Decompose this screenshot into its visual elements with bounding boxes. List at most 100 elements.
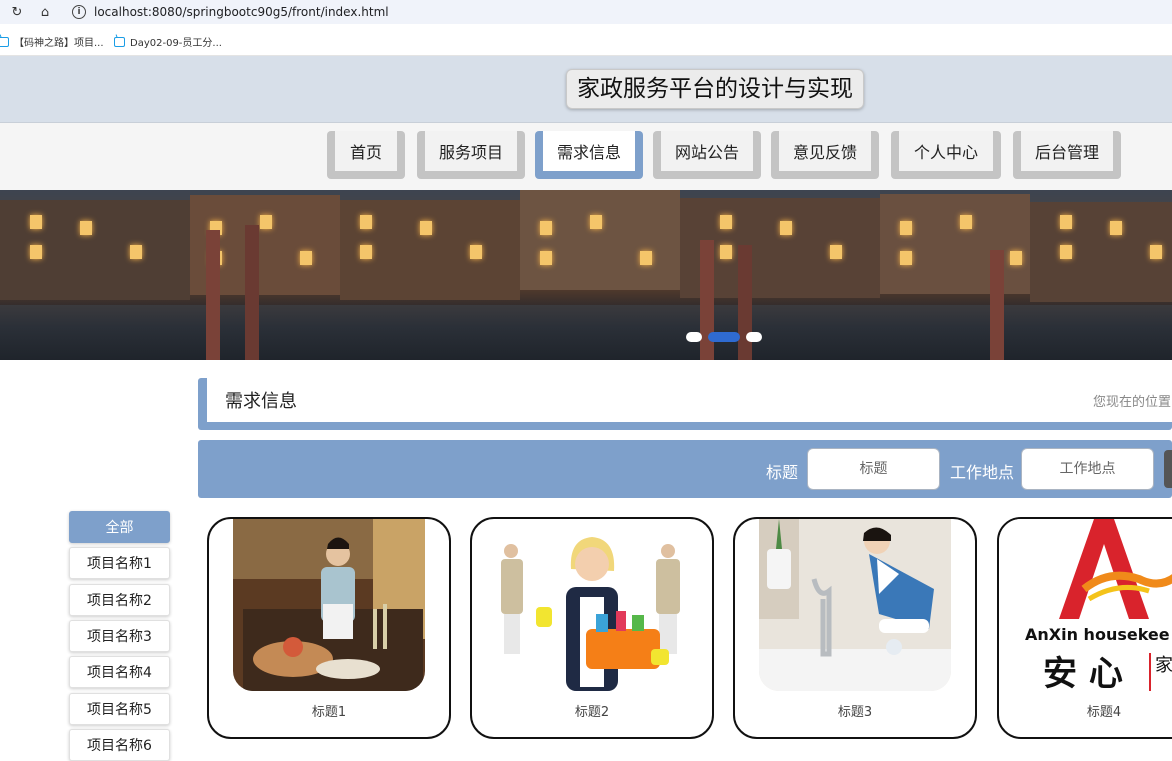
category-item[interactable]: 项目名称6 bbox=[69, 729, 170, 761]
banner-building bbox=[880, 194, 1030, 294]
card-image bbox=[496, 519, 688, 691]
banner-post bbox=[245, 225, 259, 360]
banner-window-light bbox=[260, 215, 272, 229]
banner-window-light bbox=[640, 251, 652, 265]
logo-text-en: AnXin housekee bbox=[1025, 625, 1170, 644]
banner-window-light bbox=[720, 215, 732, 229]
bookmark-tv-icon bbox=[0, 36, 9, 47]
banner-window-light bbox=[1110, 221, 1122, 235]
location-search-label: 工作地点 bbox=[950, 463, 1015, 482]
nav-label: 首页 bbox=[335, 131, 397, 171]
category-all[interactable]: 全部 bbox=[69, 511, 170, 543]
category-item[interactable]: 项目名称5 bbox=[69, 693, 170, 725]
cleaner-thumbs-up-illustration bbox=[496, 519, 688, 691]
nav-item-services[interactable]: 服务项目 bbox=[417, 131, 525, 179]
category-item[interactable]: 项目名称4 bbox=[69, 656, 170, 688]
banner-building bbox=[520, 190, 680, 290]
banner-post bbox=[738, 245, 752, 360]
site-info-icon[interactable]: i bbox=[72, 5, 86, 19]
address-bar[interactable]: i localhost:8080/springbootc90g5/front/i… bbox=[64, 1, 824, 23]
nav-label: 个人中心 bbox=[899, 131, 993, 171]
section-title: 需求信息 bbox=[225, 391, 297, 412]
home-icon[interactable]: ⌂ bbox=[36, 3, 54, 21]
banner-window-light bbox=[830, 245, 842, 259]
bookmark-item[interactable]: 【码神之路】项目... bbox=[0, 34, 104, 49]
card-image bbox=[233, 519, 425, 691]
logo-text-cn: 安 心 bbox=[1043, 654, 1123, 691]
nav-label: 需求信息 bbox=[543, 131, 635, 171]
card-title: 标题3 bbox=[837, 705, 873, 720]
banner-window-light bbox=[960, 215, 972, 229]
demand-card[interactable]: 标题3 bbox=[733, 517, 977, 739]
search-button[interactable] bbox=[1164, 450, 1172, 488]
card-image bbox=[759, 519, 951, 691]
nav-item-feedback[interactable]: 意见反馈 bbox=[771, 131, 879, 179]
banner-window-light bbox=[300, 251, 312, 265]
card-title: 标题2 bbox=[574, 705, 610, 720]
banner-window-light bbox=[30, 215, 42, 229]
title-search-label: 标题 bbox=[766, 463, 799, 482]
carousel-dot[interactable] bbox=[686, 332, 702, 342]
browser-toolbar: ↻ ⌂ i localhost:8080/springbootc90g5/fro… bbox=[0, 0, 1172, 24]
category-item[interactable]: 项目名称2 bbox=[69, 584, 170, 616]
banner-window-light bbox=[720, 245, 732, 259]
banner-window-light bbox=[900, 221, 912, 235]
section-header-inner: 需求信息 您现在的位置: bbox=[207, 378, 1172, 422]
banner-post bbox=[700, 240, 714, 360]
location-search-input[interactable] bbox=[1021, 448, 1154, 490]
site-title: 家政服务平台的设计与实现 bbox=[566, 69, 864, 109]
banner-window-light bbox=[470, 245, 482, 259]
banner-window-light bbox=[130, 245, 142, 259]
breadcrumb-location: 您现在的位置: bbox=[1093, 395, 1172, 410]
banner-window-light bbox=[900, 251, 912, 265]
main-nav: 首页 服务项目 需求信息 网站公告 意见反馈 个人中心 后台管理 bbox=[0, 123, 1172, 190]
site-header: 家政服务平台的设计与实现 bbox=[0, 56, 1172, 123]
title-search-input[interactable] bbox=[807, 448, 940, 490]
banner-window-light bbox=[540, 251, 552, 265]
nav-item-announcements[interactable]: 网站公告 bbox=[653, 131, 761, 179]
bookmark-tv-icon bbox=[114, 36, 125, 47]
banner-window-light bbox=[30, 245, 42, 259]
bookmark-label: 【码神之路】项目... bbox=[14, 38, 104, 49]
search-bar: 标题 工作地点 bbox=[198, 440, 1172, 498]
demand-card[interactable]: AnXin housekee 安 心 家政 标题4 bbox=[997, 517, 1172, 739]
nav-label: 意见反馈 bbox=[779, 131, 871, 171]
bookmark-label: Day02-09-员工分... bbox=[130, 38, 222, 49]
nav-item-profile[interactable]: 个人中心 bbox=[891, 131, 1001, 179]
category-item[interactable]: 项目名称1 bbox=[69, 547, 170, 579]
banner-window-light bbox=[1150, 245, 1162, 259]
nav-item-home[interactable]: 首页 bbox=[327, 131, 405, 179]
banner-window-light bbox=[1060, 245, 1072, 259]
card-image: AnXin housekee 安 心 家政 bbox=[999, 519, 1172, 691]
banner-window-light bbox=[360, 215, 372, 229]
banner-window-light bbox=[780, 221, 792, 235]
nav-item-admin[interactable]: 后台管理 bbox=[1013, 131, 1121, 179]
banner-window-light bbox=[80, 221, 92, 235]
section-header: 需求信息 您现在的位置: bbox=[198, 378, 1172, 430]
banner-window-light bbox=[360, 245, 372, 259]
bookmarks-bar: 【码神之路】项目... Day02-09-员工分... bbox=[0, 24, 1172, 56]
banner-window-light bbox=[420, 221, 432, 235]
card-title: 标题4 bbox=[1086, 705, 1122, 720]
banner-window-light bbox=[590, 215, 602, 229]
logo-side-text: 家政 bbox=[1155, 655, 1172, 676]
banner-window-light bbox=[1060, 215, 1072, 229]
category-item[interactable]: 项目名称3 bbox=[69, 620, 170, 652]
nav-label: 后台管理 bbox=[1021, 131, 1113, 171]
demand-card[interactable]: 标题1 bbox=[207, 517, 451, 739]
anxin-logo: AnXin housekee 安 心 家政 bbox=[999, 519, 1172, 691]
banner-window-light bbox=[540, 221, 552, 235]
banner-carousel[interactable] bbox=[0, 190, 1172, 360]
reload-icon[interactable]: ↻ bbox=[8, 3, 26, 21]
banner-building bbox=[0, 200, 190, 300]
banner-post bbox=[990, 250, 1004, 360]
banner-post bbox=[206, 230, 220, 360]
bookmark-item[interactable]: Day02-09-员工分... bbox=[114, 34, 222, 49]
carousel-dot[interactable] bbox=[746, 332, 762, 342]
demand-card[interactable]: 标题2 bbox=[470, 517, 714, 739]
nav-label: 服务项目 bbox=[425, 131, 517, 171]
kitchen-cleaning-illustration bbox=[759, 519, 951, 691]
carousel-dot-active[interactable] bbox=[708, 332, 740, 342]
banner-window-light bbox=[1010, 251, 1022, 265]
nav-item-demands[interactable]: 需求信息 bbox=[535, 131, 643, 179]
